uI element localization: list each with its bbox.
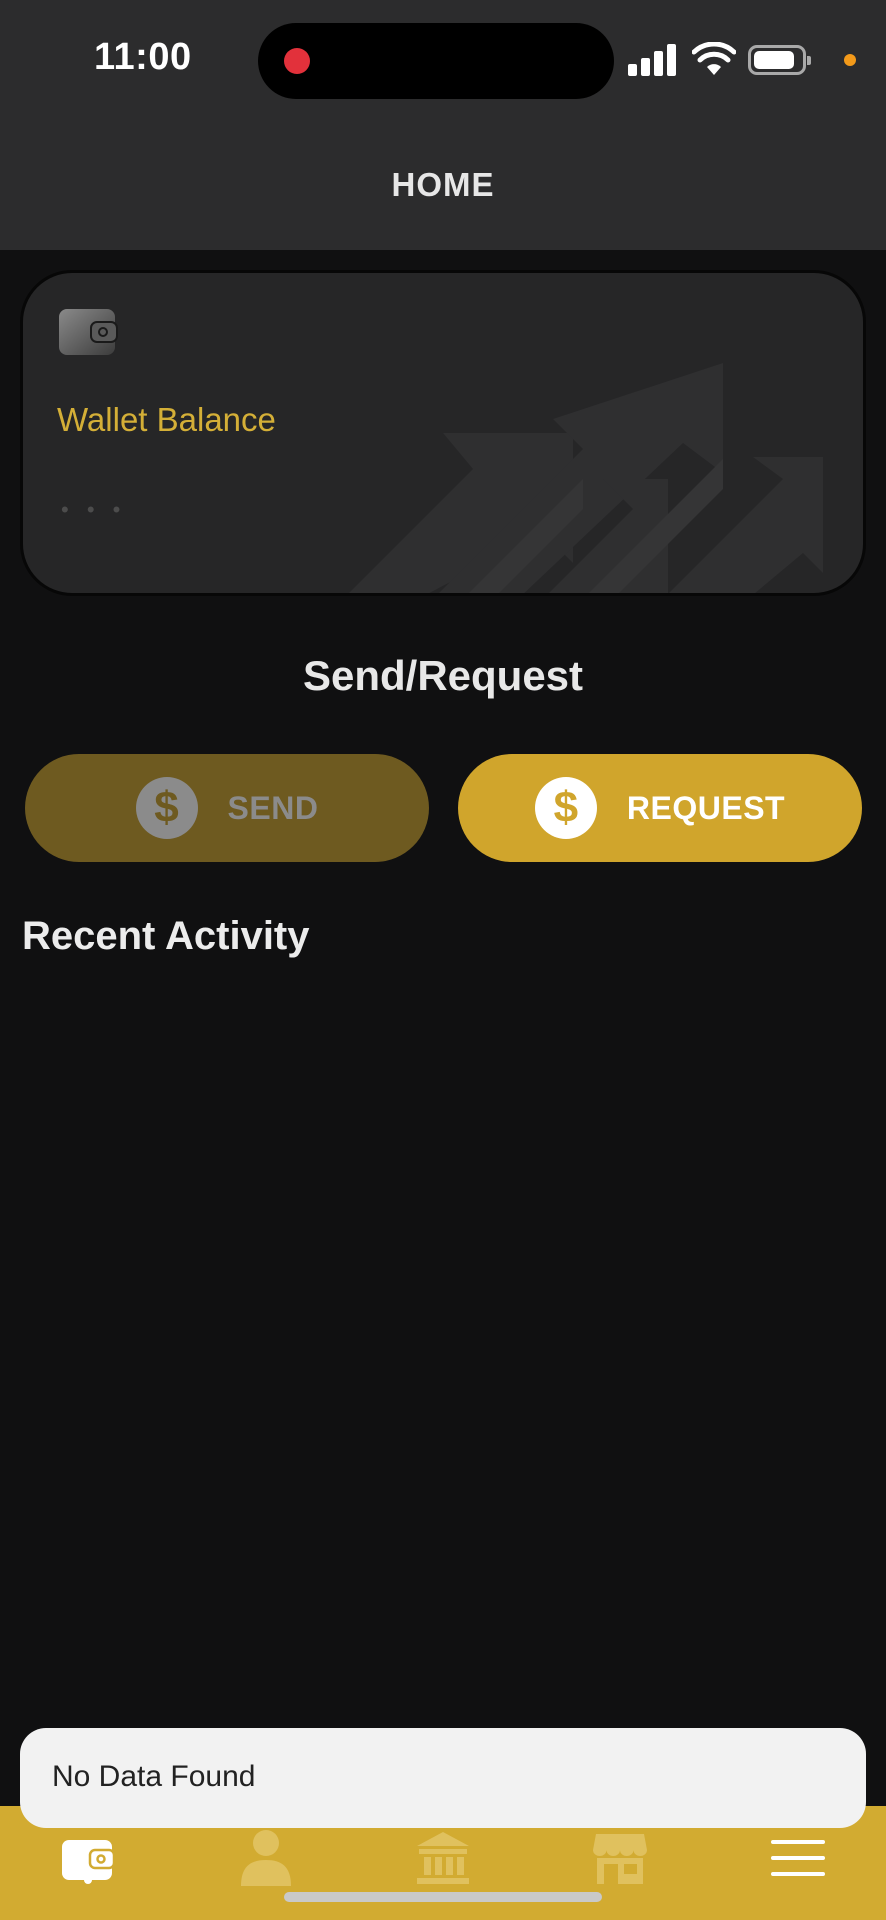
nav-bank[interactable] xyxy=(413,1828,473,1888)
cellular-signal-icon xyxy=(628,44,678,76)
nav-profile[interactable] xyxy=(236,1828,296,1888)
dollar-coin-icon: $ xyxy=(534,777,597,839)
send-button-label: SEND xyxy=(227,789,319,826)
request-button[interactable]: $ REQUEST xyxy=(458,754,862,862)
wallet-balance-card[interactable]: Wallet Balance • • • xyxy=(20,270,866,596)
top-bar: 11:00 HOME xyxy=(0,0,886,250)
wifi-icon xyxy=(692,42,736,75)
send-button[interactable]: $ SEND xyxy=(25,754,429,862)
dynamic-island xyxy=(258,23,614,99)
toast-notification: No Data Found xyxy=(20,1728,866,1828)
request-button-label: REQUEST xyxy=(626,789,786,826)
dollar-coin-icon: $ xyxy=(135,777,198,839)
store-icon xyxy=(593,1834,647,1884)
bank-icon xyxy=(417,1832,469,1884)
nav-store[interactable] xyxy=(590,1828,650,1888)
home-indicator[interactable] xyxy=(284,1892,602,1902)
person-icon xyxy=(241,1830,291,1886)
menu-icon xyxy=(771,1840,825,1876)
wallet-balance-loading: • • • xyxy=(61,497,127,522)
status-time: 11:00 xyxy=(94,36,192,78)
toast-message: No Data Found xyxy=(52,1760,256,1793)
status-icons xyxy=(628,40,868,80)
page-title: HOME xyxy=(391,166,495,203)
nav-menu[interactable] xyxy=(768,1828,828,1888)
recording-indicator-icon xyxy=(284,48,310,74)
send-request-title: Send/Request xyxy=(302,652,584,699)
wallet-balance-label: Wallet Balance xyxy=(57,401,276,438)
recent-activity-title: Recent Activity xyxy=(22,914,310,958)
active-tab-indicator xyxy=(84,1876,92,1884)
privacy-indicator-icon xyxy=(844,54,856,66)
wallet-icon xyxy=(62,1840,116,1880)
battery-icon xyxy=(748,45,811,75)
wallet-icon xyxy=(59,309,118,355)
